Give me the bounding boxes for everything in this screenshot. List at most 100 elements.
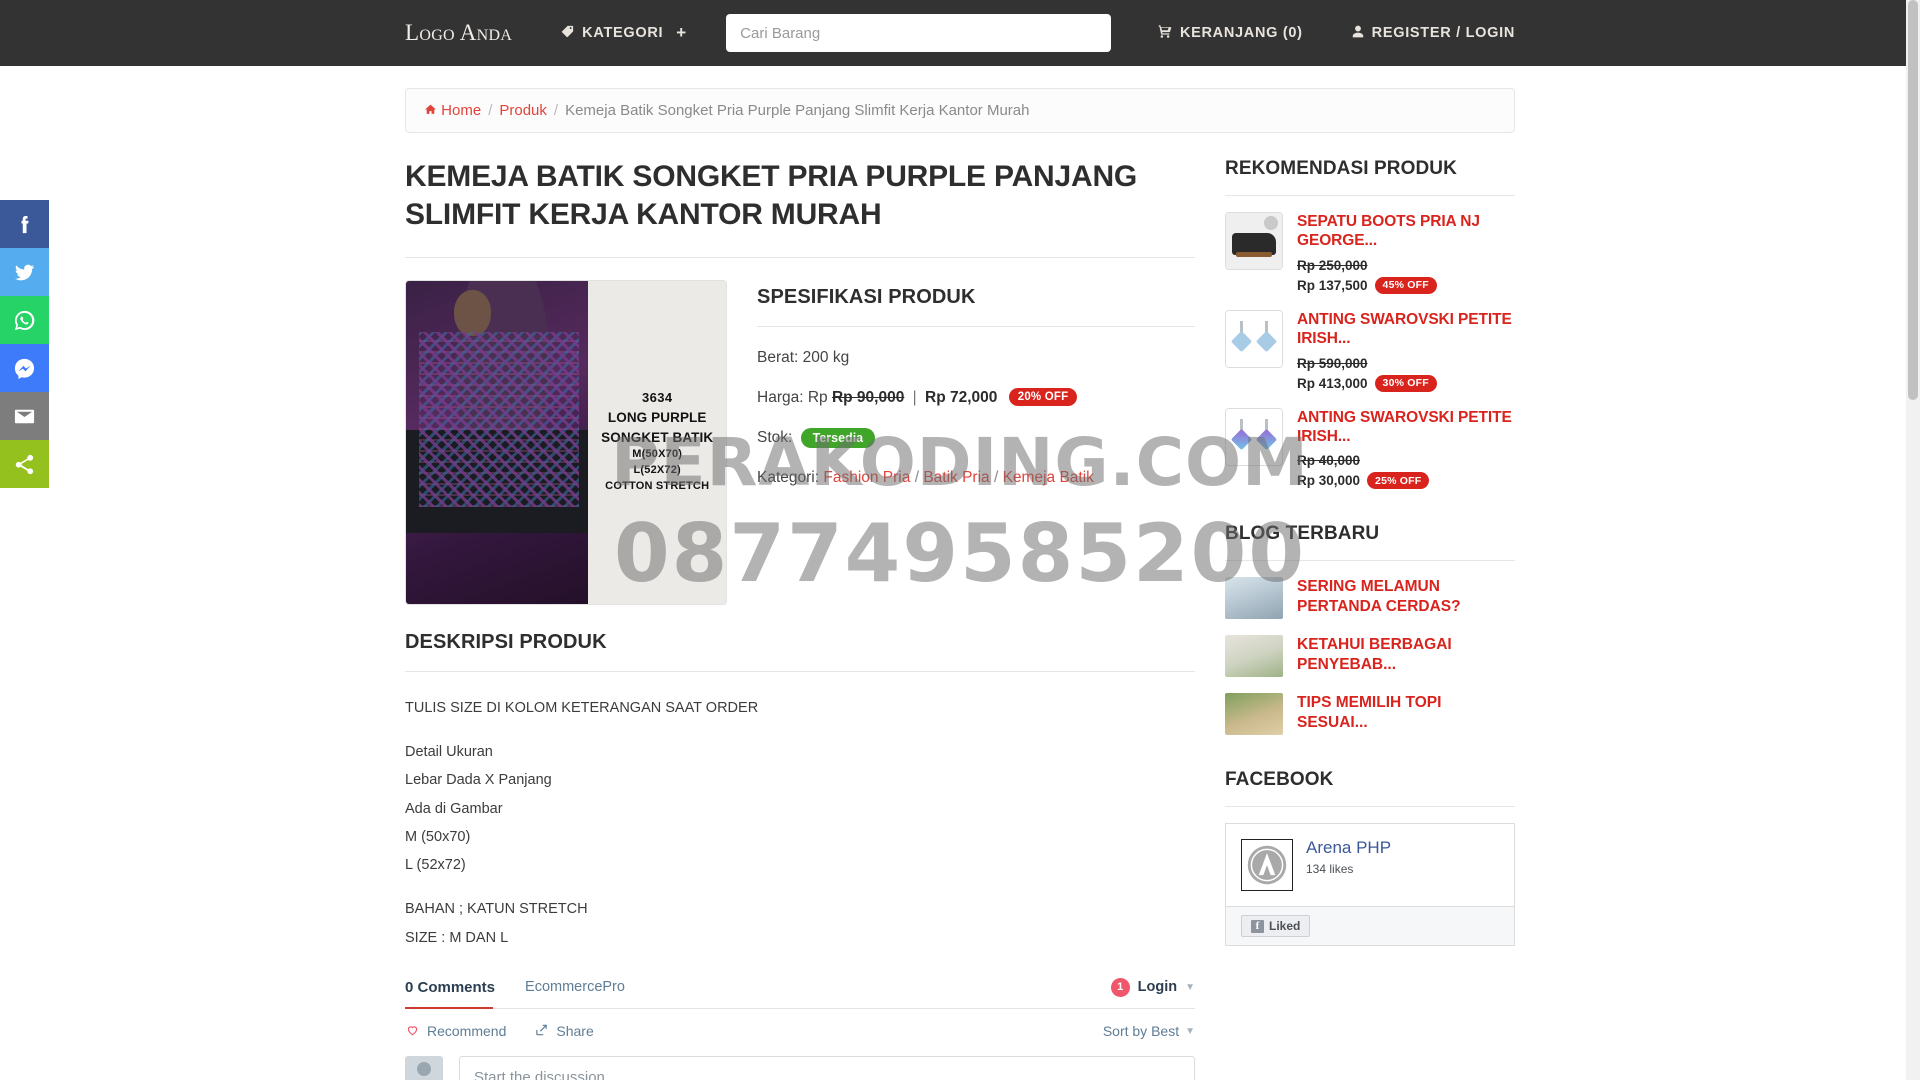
whatsapp-icon	[14, 310, 35, 330]
account-link[interactable]: REGISTER / LOGIN	[1351, 24, 1515, 43]
home-icon	[424, 102, 441, 119]
model-head	[454, 290, 492, 336]
product-title[interactable]: ANTING SWAROVSKI PETITE IRISH...	[1297, 408, 1515, 447]
facebook-page-widget: Arena PHP 134 likes f Liked	[1225, 823, 1515, 947]
facebook-heading: FACEBOOK	[1225, 769, 1334, 791]
list-item[interactable]: KETAHUI BERBAGAI PENYEBAB...	[1225, 635, 1515, 678]
disqus-sort-dropdown[interactable]: Sort by Best ▼	[1103, 1023, 1195, 1039]
kategori-label: KATEGORI	[582, 25, 664, 41]
page-scrollbar[interactable]	[1906, 0, 1920, 1080]
search-input[interactable]	[726, 14, 1111, 52]
list-item[interactable]: ANTING SWAROVSKI PETITE IRISH... Rp 590,…	[1225, 309, 1515, 392]
kategori-menu[interactable]: KATEGORI	[560, 24, 663, 43]
breadcrumb-separator-1: /	[488, 102, 493, 119]
cart-link[interactable]: KERANJANG (0)	[1157, 24, 1303, 43]
facebook-liked-button[interactable]: f Liked	[1241, 915, 1311, 938]
list-item[interactable]: SEPATU BOOTS PRIA NJ GEORGE... Rp 250,00…	[1225, 212, 1515, 294]
product-thumbnail	[1225, 212, 1283, 270]
product-label-line2: SONGKET BATIK	[601, 429, 714, 445]
description-line-1: Detail Ukuran	[405, 744, 493, 761]
disqus-recommend-button[interactable]: Recommend	[405, 1023, 506, 1040]
disqus-tab-bar: 0 Comments EcommercePro 1 Login ▼	[405, 977, 1195, 1009]
product-title[interactable]: SEPATU BOOTS PRIA NJ GEORGE...	[1297, 212, 1515, 251]
disqus-active-tab-indicator	[405, 1006, 493, 1009]
rekomendasi-heading: REKOMENDASI PRODUK	[1225, 158, 1457, 179]
product-image-box[interactable]: 3634 LONG PURPLE SONGKET BATIK M(50X70) …	[405, 279, 727, 605]
disqus-share-button[interactable]: Share	[534, 1023, 594, 1040]
blog-divider	[1225, 560, 1515, 562]
product-label-material: COTTON STRETCH	[605, 480, 710, 493]
blog-thumbnail	[1225, 693, 1283, 736]
user-icon	[1351, 24, 1365, 43]
category-link-2[interactable]: Batik Pria	[923, 469, 989, 486]
disqus-recommend-label: Recommend	[427, 1023, 507, 1040]
blog-heading: BLOG TERBARU	[1225, 523, 1380, 545]
blog-title[interactable]: KETAHUI BERBAGAI PENYEBAB...	[1297, 635, 1515, 674]
product-code: 3634	[641, 390, 673, 406]
product-discount-badge: 45% OFF	[1374, 276, 1437, 294]
product-model-photo	[406, 280, 592, 604]
product-photo: 3634 LONG PURPLE SONGKET BATIK M(50X70) …	[406, 280, 726, 604]
blog-title[interactable]: TIPS MEMILIH TOPI SESUAI...	[1297, 693, 1515, 732]
share-messenger-button[interactable]	[0, 344, 49, 392]
spec-weight-row: Berat: 200 kg	[757, 349, 1195, 367]
breadcrumb-home-label: Home	[441, 102, 482, 119]
kategori-expand-icon[interactable]: +	[676, 23, 686, 43]
product-thumbnail	[1225, 309, 1283, 368]
description-size: SIZE : M DAN L	[405, 929, 509, 946]
product-detail-row: 3634 LONG PURPLE SONGKET BATIK M(50X70) …	[405, 279, 1195, 605]
product-label-size-l: L(52X72)	[633, 464, 681, 477]
blog-thumbnail	[1225, 577, 1283, 620]
share-whatsapp-button[interactable]	[0, 296, 49, 344]
spec-weight-label: Berat:	[757, 348, 799, 366]
disqus-comments-tab[interactable]: 0 Comments	[405, 979, 495, 996]
category-separator-1: /	[914, 468, 919, 486]
product-price-original: Rp 40,000	[1297, 453, 1361, 469]
breadcrumb-home[interactable]: Home	[424, 102, 481, 119]
product-price-original: Rp 250,000	[1297, 257, 1368, 273]
share-twitter-button[interactable]	[0, 248, 49, 296]
facebook-divider	[1225, 806, 1515, 808]
disqus-comment-input[interactable]: Start the discussion…	[459, 1055, 1195, 1080]
product-thumbnail	[1225, 407, 1283, 466]
disqus-sort-label: Sort by Best	[1102, 1023, 1180, 1040]
product-price-current: Rp 30,000	[1297, 473, 1361, 489]
page-title: KEMEJA BATIK SONGKET PRIA PURPLE PANJANG…	[405, 160, 1138, 232]
blog-thumbnail	[1225, 635, 1283, 678]
spec-divider	[757, 325, 1195, 327]
disqus-site-tab[interactable]: EcommercePro	[525, 979, 625, 995]
arena-php-logo-icon	[1247, 846, 1287, 885]
category-link-1[interactable]: Fashion Pria	[823, 469, 910, 486]
messenger-icon	[14, 358, 35, 379]
facebook-page-name[interactable]: Arena PHP	[1306, 839, 1391, 858]
description-intro: TULIS SIZE DI KOLOM KETERANGAN SAAT ORDE…	[405, 699, 759, 716]
category-link-3[interactable]: Kemeja Batik	[1003, 469, 1094, 486]
chevron-down-icon: ▼	[1185, 981, 1195, 993]
title-divider	[405, 256, 1195, 258]
description-line-4: M (50x70)	[405, 828, 471, 845]
facebook-page-likes: 134 likes	[1306, 861, 1354, 876]
breadcrumb-separator-2: /	[553, 102, 559, 119]
scrollbar-thumb[interactable]	[1908, 0, 1918, 400]
list-item[interactable]: TIPS MEMILIH TOPI SESUAI...	[1225, 693, 1515, 736]
blog-title[interactable]: SERING MELAMUN PERTANDA CERDAS?	[1297, 577, 1515, 616]
spec-price-row: Harga: Rp Rp 90,000 | Rp 72,000 20% OFF	[757, 387, 1195, 407]
facebook-page-avatar	[1241, 839, 1293, 892]
facebook-icon	[21, 215, 29, 233]
batik-pattern	[418, 332, 579, 507]
description-line-3: Ada di Gambar	[405, 800, 503, 817]
share-email-button[interactable]	[0, 392, 49, 440]
disqus-action-bar: Recommend Share Sort by Best ▼	[405, 1009, 1195, 1056]
disqus-login-area[interactable]: 1 Login ▼	[1110, 977, 1195, 997]
cart-label: KERANJANG (0)	[1179, 25, 1303, 41]
site-logo[interactable]: Logo Anda	[405, 20, 512, 46]
share-more-button[interactable]	[0, 440, 49, 488]
breadcrumb-produk[interactable]: Produk	[499, 102, 547, 119]
product-title[interactable]: ANTING SWAROVSKI PETITE IRISH...	[1297, 310, 1515, 349]
list-item[interactable]: ANTING SWAROVSKI PETITE IRISH... Rp 40,0…	[1225, 407, 1515, 490]
facebook-liked-label: Liked	[1269, 919, 1301, 934]
share-facebook-button[interactable]	[0, 200, 49, 248]
tag-icon	[560, 24, 575, 43]
list-item[interactable]: SERING MELAMUN PERTANDA CERDAS?	[1225, 577, 1515, 620]
product-price-current: Rp 413,000	[1297, 375, 1368, 391]
